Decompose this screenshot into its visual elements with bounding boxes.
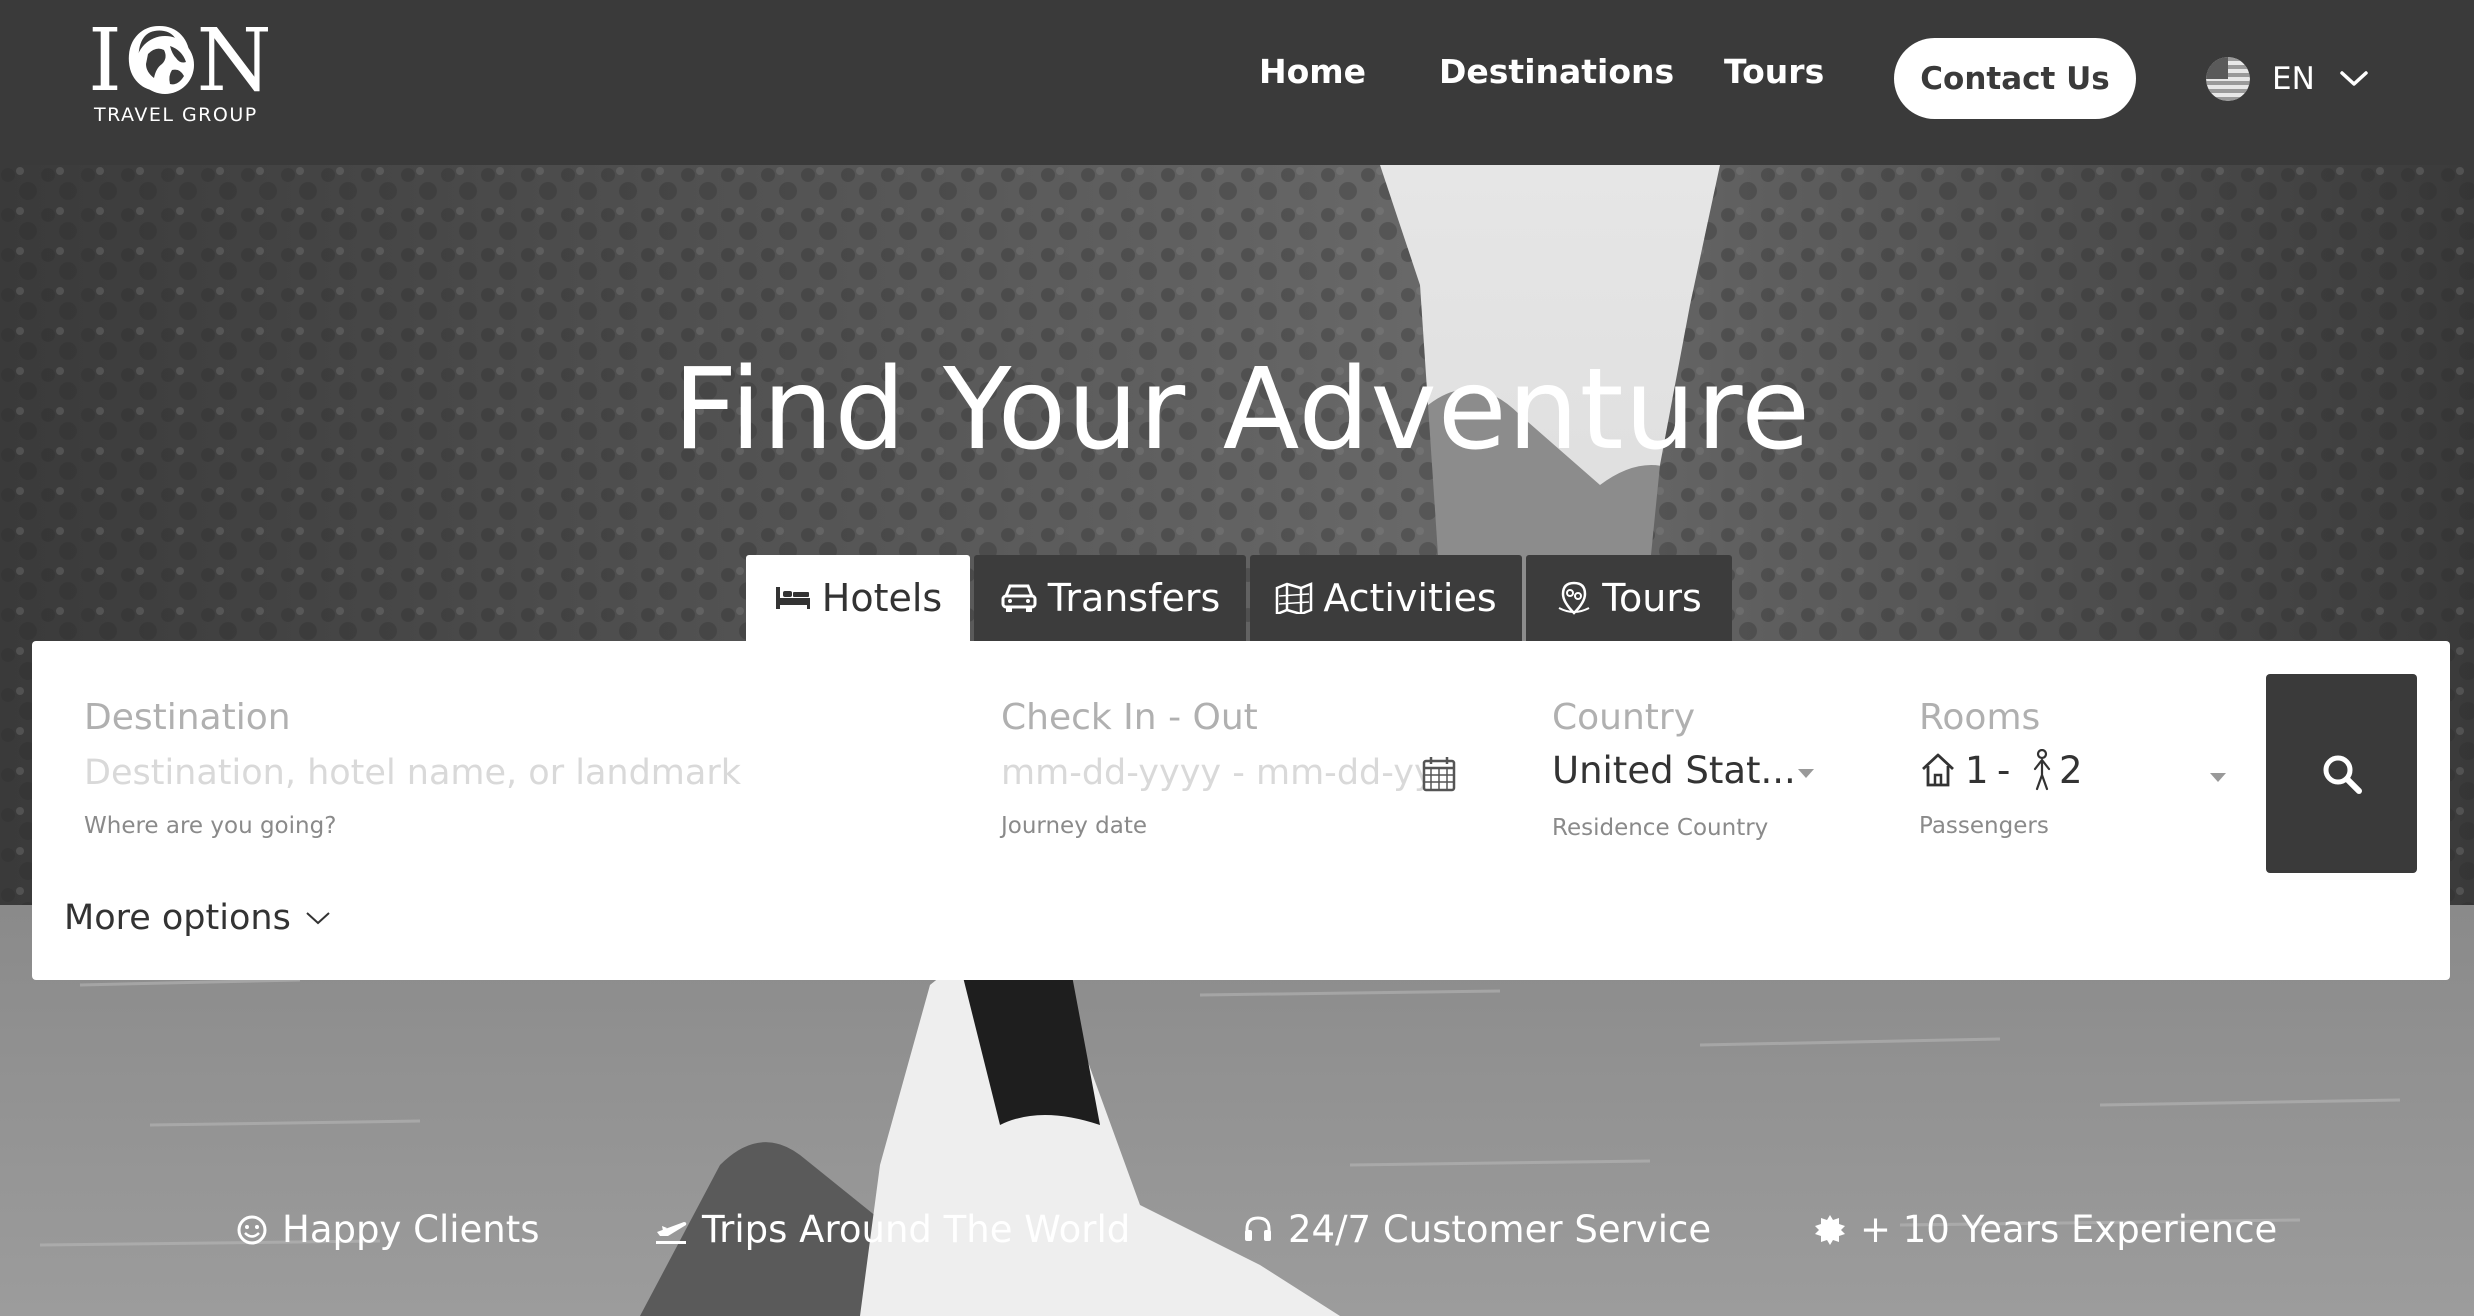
plane-icon: [654, 1214, 688, 1246]
brand-logo[interactable]: ION TRAVEL GROUP: [88, 18, 278, 129]
site-header: ION TRAVEL GROUP Home Destinations Tours…: [0, 0, 2474, 165]
search-button[interactable]: [2266, 674, 2417, 873]
stat-trips-label: Trips Around The World: [702, 1208, 1131, 1251]
stat-experience-label: + 10 Years Experience: [1860, 1208, 2278, 1251]
chevron-down-icon: [306, 912, 330, 925]
search-icon: [2323, 755, 2362, 794]
language-code: EN: [2272, 61, 2315, 97]
badge-icon: [1814, 1214, 1846, 1246]
car-icon: [1000, 582, 1038, 614]
passengers-count: 2: [2059, 749, 2083, 792]
headset-icon: [1242, 1214, 1274, 1246]
chevron-down-icon: [2340, 71, 2368, 86]
rooms-count: 1: [1965, 749, 1989, 792]
globe-icon: [136, 36, 194, 94]
tab-tours[interactable]: Tours: [1526, 555, 1732, 641]
stat-experience: + 10 Years Experience: [1814, 1208, 2277, 1251]
dates-label: Check In - Out: [1001, 697, 1258, 738]
rooms-passengers-select[interactable]: 1 - 2: [1919, 745, 2226, 795]
caret-down-icon: [1798, 769, 1814, 778]
tab-hotels[interactable]: Hotels: [746, 555, 970, 641]
bed-icon: [774, 585, 812, 611]
date-range-input[interactable]: [1001, 751, 1441, 795]
destination-hint: Where are you going?: [84, 813, 337, 839]
tab-hotels-label: Hotels: [821, 576, 943, 620]
caret-down-icon: [2210, 773, 2226, 782]
map-icon: [1275, 582, 1313, 614]
us-flag-icon: [2206, 57, 2250, 101]
logo-subtitle: TRAVEL GROUP: [94, 104, 258, 126]
tab-transfers[interactable]: Transfers: [974, 555, 1246, 641]
rooms-separator: -: [1997, 749, 2011, 792]
tab-tours-label: Tours: [1602, 576, 1702, 620]
destination-label: Destination: [84, 697, 291, 738]
tab-activities-label: Activities: [1323, 576, 1497, 620]
contact-us-button[interactable]: Contact Us: [1894, 38, 2136, 119]
nav-home[interactable]: Home: [1259, 52, 1366, 91]
smiley-icon: [236, 1214, 268, 1246]
person-icon: [2033, 749, 2051, 791]
stat-trips: Trips Around The World: [654, 1208, 1130, 1251]
tour-pin-icon: [1556, 580, 1592, 616]
more-options-toggle[interactable]: More options: [64, 898, 331, 938]
more-options-label: More options: [64, 898, 291, 938]
country-value: United Stat...: [1552, 749, 1796, 792]
destination-input[interactable]: [84, 751, 944, 795]
search-panel: Destination Where are you going? Check I…: [32, 641, 2450, 980]
calendar-icon[interactable]: [1422, 756, 1456, 792]
stat-customer-service: 24/7 Customer Service: [1242, 1208, 1711, 1251]
stat-happy-clients: Happy Clients: [236, 1208, 540, 1251]
dates-hint: Journey date: [1001, 813, 1147, 839]
tab-transfers-label: Transfers: [1047, 576, 1221, 620]
hero-title: Find Your Adventure: [672, 345, 1812, 475]
house-icon: [1922, 753, 1954, 787]
country-label: Country: [1552, 697, 1696, 738]
nav-tours[interactable]: Tours: [1724, 52, 1824, 91]
stat-happy-clients-label: Happy Clients: [282, 1208, 540, 1251]
tab-activities[interactable]: Activities: [1250, 555, 1522, 641]
stat-customer-service-label: 24/7 Customer Service: [1288, 1208, 1712, 1251]
language-selector[interactable]: EN: [2206, 56, 2369, 102]
country-select[interactable]: United Stat...: [1552, 745, 1814, 795]
nav-destinations[interactable]: Destinations: [1439, 52, 1674, 91]
rooms-hint: Passengers: [1919, 813, 2049, 839]
country-hint: Residence Country: [1552, 815, 1769, 841]
rooms-label: Rooms: [1919, 697, 2041, 738]
